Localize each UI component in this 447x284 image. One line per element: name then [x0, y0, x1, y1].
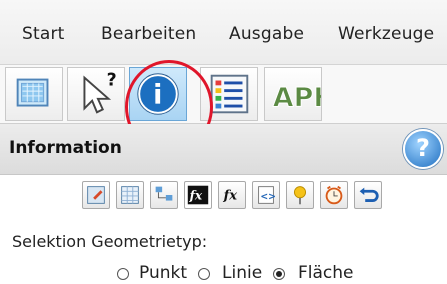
- apk-logo-icon: APK: [272, 82, 321, 114]
- svg-text:i: i: [153, 80, 162, 111]
- main-toolbar: ? i APK: [0, 65, 447, 124]
- fx-black-icon: fx: [187, 185, 209, 205]
- map-layers-icon: [16, 78, 49, 107]
- help-pointer-icon: ?: [83, 70, 117, 114]
- fx-icon: fx: [223, 189, 238, 204]
- table-icon: [121, 186, 139, 204]
- fx-black-button[interactable]: fx: [184, 181, 212, 209]
- pin-icon: [293, 186, 307, 205]
- map-layers-button[interactable]: [5, 67, 63, 121]
- back-button[interactable]: [354, 181, 382, 209]
- selection-geometry-label: Selektion Geometrietyp:: [12, 232, 208, 251]
- radio-punkt-label: Punkt: [139, 263, 188, 283]
- menu-item-ausgabe[interactable]: Ausgabe: [229, 24, 304, 44]
- information-icon: i: [137, 73, 179, 115]
- svg-text:fx: fx: [223, 189, 238, 204]
- svg-text:?: ?: [107, 70, 117, 90]
- back-arrow-icon: [359, 187, 379, 202]
- menu-bar: Start Bearbeiten Ausgabe Werkzeuge: [0, 0, 447, 65]
- radio-flaeche-label: Fläche: [298, 263, 354, 283]
- panel-toolbar: fx fx <>: [0, 174, 447, 216]
- clock-icon: [325, 185, 343, 205]
- menu-item-start[interactable]: Start: [22, 24, 65, 44]
- code-icon: <>: [258, 186, 276, 204]
- pin-button[interactable]: [286, 181, 314, 209]
- panel-header: Information ?: [0, 124, 447, 175]
- information-button[interactable]: i: [129, 67, 187, 121]
- menu-item-werkzeuge[interactable]: Werkzeuge: [338, 24, 434, 44]
- svg-text:<>: <>: [260, 192, 276, 203]
- svg-text:APK: APK: [273, 83, 321, 114]
- question-mark-icon: ?: [416, 134, 430, 162]
- tree-icon: [155, 186, 173, 201]
- edit-table-icon: [87, 186, 105, 204]
- help-button[interactable]: ?: [403, 129, 443, 169]
- code-button[interactable]: <>: [252, 181, 280, 209]
- table-button[interactable]: [116, 181, 144, 209]
- radio-linie[interactable]: [198, 268, 210, 280]
- edit-table-button[interactable]: [82, 181, 110, 209]
- legend-button[interactable]: [200, 67, 258, 121]
- radio-flaeche[interactable]: [273, 268, 285, 280]
- tree-button[interactable]: [150, 181, 178, 209]
- panel-title: Information: [9, 138, 122, 158]
- fx-button[interactable]: fx: [218, 181, 246, 209]
- radio-punkt[interactable]: [117, 268, 129, 280]
- menu-item-bearbeiten[interactable]: Bearbeiten: [101, 24, 196, 44]
- apk-button[interactable]: APK: [264, 67, 322, 121]
- radio-linie-label: Linie: [222, 263, 263, 283]
- legend-list-icon: [210, 74, 249, 114]
- clock-button[interactable]: [320, 181, 348, 209]
- help-pointer-button[interactable]: ?: [67, 67, 125, 121]
- svg-text:fx: fx: [189, 189, 203, 203]
